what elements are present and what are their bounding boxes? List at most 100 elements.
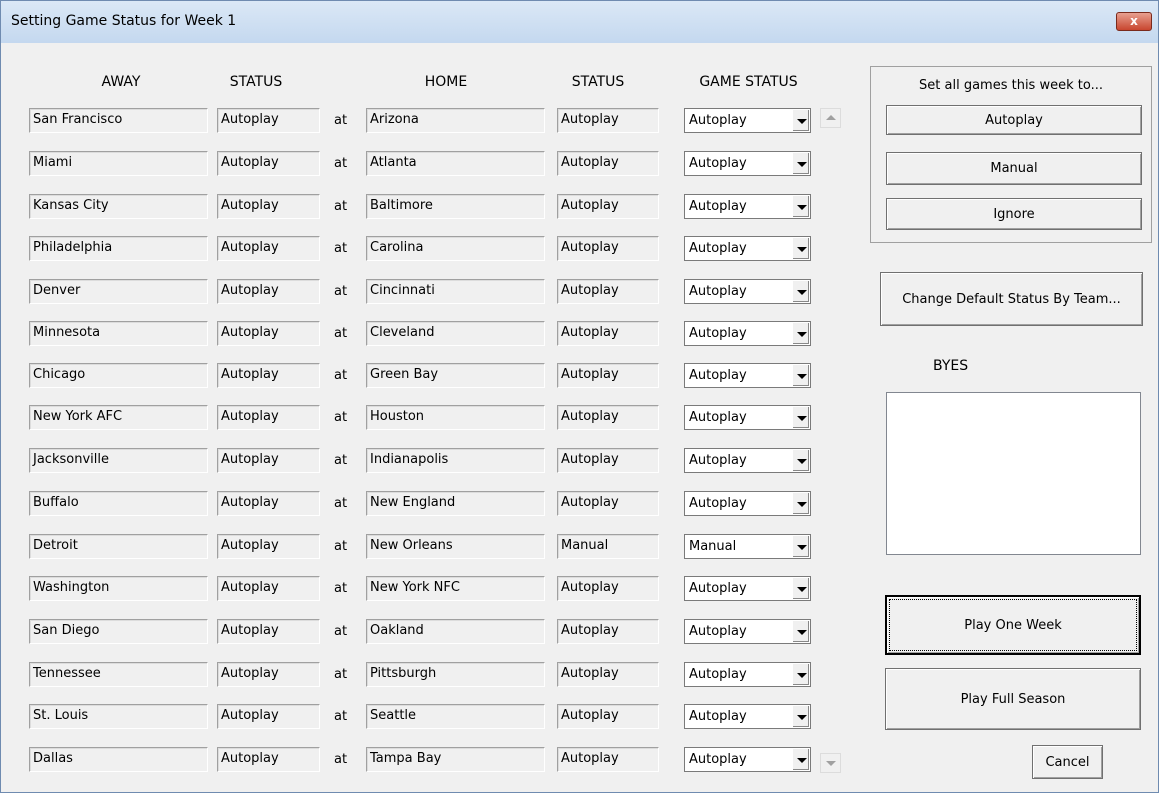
- game-status-dropdown[interactable]: Autoplay: [684, 363, 811, 388]
- title-bar[interactable]: Setting Game Status for Week 1 x: [1, 1, 1158, 43]
- away-team-field: Dallas: [29, 747, 208, 772]
- at-label: at: [334, 496, 348, 511]
- game-status-value: Autoplay: [689, 284, 747, 299]
- home-team-field: Houston: [366, 405, 545, 430]
- home-team-field: Cleveland: [366, 321, 545, 346]
- away-status-field: Autoplay: [217, 704, 320, 729]
- set-all-ignore-button[interactable]: Ignore: [886, 198, 1142, 230]
- game-status-value: Autoplay: [689, 581, 747, 596]
- game-status-dropdown[interactable]: Autoplay: [684, 491, 811, 516]
- chevron-down-icon[interactable]: [792, 664, 809, 685]
- header-away: AWAY: [101, 74, 141, 90]
- home-status-field: Autoplay: [557, 576, 659, 601]
- game-status-value: Autoplay: [689, 709, 747, 724]
- game-status-value: Autoplay: [689, 326, 747, 341]
- header-away-status: STATUS: [229, 74, 283, 90]
- header-home: HOME: [424, 74, 468, 90]
- game-status-dropdown[interactable]: Autoplay: [684, 704, 811, 729]
- cancel-button[interactable]: Cancel: [1032, 745, 1103, 779]
- game-status-dropdown[interactable]: Autoplay: [684, 448, 811, 473]
- play-full-season-button[interactable]: Play Full Season: [885, 668, 1141, 730]
- chevron-down-icon[interactable]: [792, 238, 809, 259]
- away-team-field: Minnesota: [29, 321, 208, 346]
- game-status-dropdown[interactable]: Autoplay: [684, 405, 811, 430]
- home-status-field: Autoplay: [557, 151, 659, 176]
- game-status-value: Autoplay: [689, 241, 747, 256]
- away-status-field: Autoplay: [217, 321, 320, 346]
- away-status-field: Autoplay: [217, 108, 320, 133]
- scroll-up-arrow-icon[interactable]: [820, 108, 841, 128]
- home-team-field: Seattle: [366, 704, 545, 729]
- game-status-value: Autoplay: [689, 113, 747, 128]
- game-status-dropdown[interactable]: Manual: [684, 534, 811, 559]
- close-button[interactable]: x: [1116, 12, 1152, 31]
- chevron-down-icon[interactable]: [792, 196, 809, 217]
- home-team-field: New England: [366, 491, 545, 516]
- at-label: at: [334, 368, 348, 383]
- away-team-field: Denver: [29, 279, 208, 304]
- away-team-field: Kansas City: [29, 194, 208, 219]
- home-status-field: Autoplay: [557, 747, 659, 772]
- chevron-down-icon[interactable]: [792, 450, 809, 471]
- game-status-dropdown[interactable]: Autoplay: [684, 619, 811, 644]
- set-all-autoplay-button[interactable]: Autoplay: [886, 105, 1142, 135]
- away-team-field: Chicago: [29, 363, 208, 388]
- game-status-value: Autoplay: [689, 496, 747, 511]
- away-team-field: Miami: [29, 151, 208, 176]
- home-status-field: Autoplay: [557, 108, 659, 133]
- chevron-down-icon[interactable]: [792, 407, 809, 428]
- game-status-dropdown[interactable]: Autoplay: [684, 576, 811, 601]
- home-team-field: Green Bay: [366, 363, 545, 388]
- away-status-field: Autoplay: [217, 363, 320, 388]
- chevron-down-icon[interactable]: [792, 706, 809, 727]
- chevron-down-icon[interactable]: [792, 281, 809, 302]
- game-status-dropdown[interactable]: Autoplay: [684, 662, 811, 687]
- byes-list[interactable]: [886, 392, 1141, 555]
- at-label: at: [334, 752, 348, 767]
- at-label: at: [334, 156, 348, 171]
- chevron-down-icon[interactable]: [792, 110, 809, 131]
- game-status-value: Autoplay: [689, 453, 747, 468]
- chevron-down-icon[interactable]: [792, 536, 809, 557]
- away-team-field: San Francisco: [29, 108, 208, 133]
- change-default-status-button[interactable]: Change Default Status By Team...: [880, 272, 1143, 326]
- set-all-manual-button[interactable]: Manual: [886, 152, 1142, 185]
- chevron-down-icon[interactable]: [792, 493, 809, 514]
- chevron-down-icon[interactable]: [792, 323, 809, 344]
- home-status-field: Manual: [557, 534, 659, 559]
- game-status-dropdown[interactable]: Autoplay: [684, 151, 811, 176]
- chevron-down-icon[interactable]: [792, 621, 809, 642]
- header-game-status: GAME STATUS: [699, 74, 798, 90]
- home-team-field: Baltimore: [366, 194, 545, 219]
- game-status-dropdown[interactable]: Autoplay: [684, 108, 811, 133]
- away-team-field: Buffalo: [29, 491, 208, 516]
- away-status-field: Autoplay: [217, 662, 320, 687]
- away-team-field: Detroit: [29, 534, 208, 559]
- at-label: at: [334, 667, 348, 682]
- game-status-dropdown[interactable]: Autoplay: [684, 236, 811, 261]
- home-status-field: Autoplay: [557, 236, 659, 261]
- scroll-down-arrow-icon[interactable]: [820, 753, 841, 773]
- chevron-down-icon[interactable]: [792, 578, 809, 599]
- game-status-dropdown[interactable]: Autoplay: [684, 279, 811, 304]
- game-status-dropdown[interactable]: Autoplay: [684, 194, 811, 219]
- home-status-field: Autoplay: [557, 448, 659, 473]
- chevron-down-icon[interactable]: [792, 153, 809, 174]
- chevron-down-icon[interactable]: [792, 749, 809, 770]
- away-team-field: New York AFC: [29, 405, 208, 430]
- game-status-dropdown[interactable]: Autoplay: [684, 747, 811, 772]
- home-status-field: Autoplay: [557, 704, 659, 729]
- game-status-dropdown[interactable]: Autoplay: [684, 321, 811, 346]
- play-one-week-button[interactable]: Play One Week: [885, 595, 1141, 655]
- away-status-field: Autoplay: [217, 194, 320, 219]
- home-status-field: Autoplay: [557, 491, 659, 516]
- away-team-field: Washington: [29, 576, 208, 601]
- home-team-field: Indianapolis: [366, 448, 545, 473]
- game-status-value: Autoplay: [689, 368, 747, 383]
- close-icon: x: [1130, 14, 1138, 28]
- home-status-field: Autoplay: [557, 619, 659, 644]
- at-label: at: [334, 539, 348, 554]
- away-status-field: Autoplay: [217, 619, 320, 644]
- away-team-field: Jacksonville: [29, 448, 208, 473]
- chevron-down-icon[interactable]: [792, 365, 809, 386]
